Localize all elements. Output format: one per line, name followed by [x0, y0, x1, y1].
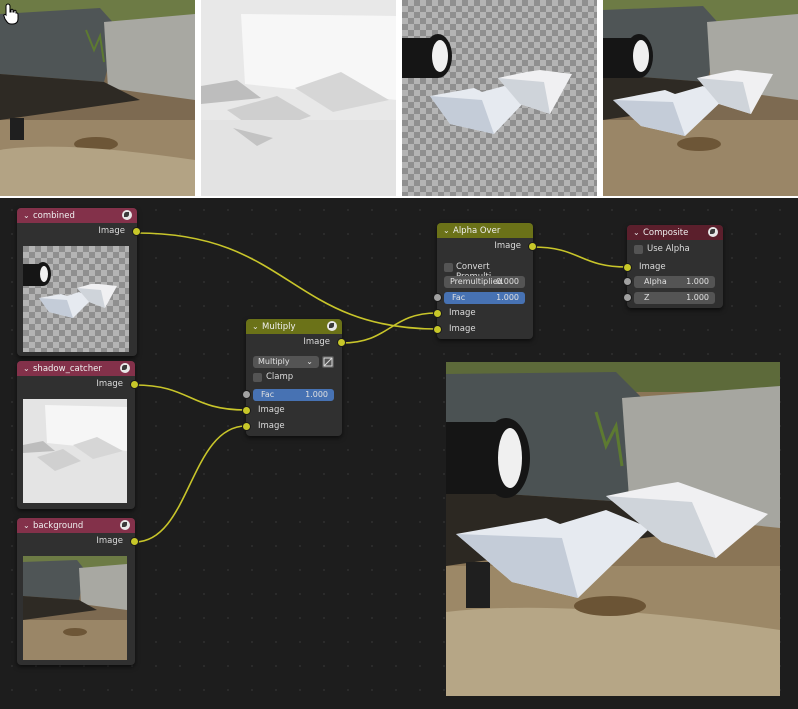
socket-label: Image	[258, 405, 285, 415]
node-shadow-catcher[interactable]: ⌄ shadow_catcher Image	[17, 361, 139, 509]
output-socket-row: Image	[17, 376, 139, 392]
preview-combined-pass	[402, 0, 597, 196]
socket-label: Image	[639, 262, 666, 272]
link-background-to-multiply	[134, 425, 247, 543]
alpha-field[interactable]: Alpha 1.000	[634, 276, 715, 288]
use-alpha-checkbox[interactable]	[634, 245, 643, 254]
chevron-down-icon[interactable]: ⌄	[23, 208, 33, 223]
sphere-preview-icon[interactable]	[327, 321, 337, 331]
node-header[interactable]: ⌄ Multiply	[246, 319, 342, 334]
premultiplied-field[interactable]: Premultiplied 0.000	[444, 276, 525, 288]
link-alphaover-to-composite	[532, 246, 628, 268]
sphere-preview-icon[interactable]	[120, 520, 130, 530]
chevron-down-icon: ⌄	[306, 357, 313, 366]
chevron-down-icon[interactable]: ⌄	[23, 518, 33, 533]
node-header[interactable]: ⌄ Composite	[627, 225, 723, 240]
node-alpha-over[interactable]: ⌄Alpha Over Image Convert Premulti... Pr…	[433, 223, 537, 339]
image-preview-thumbnail	[23, 246, 129, 352]
preview-background-render	[0, 0, 195, 196]
node-combined[interactable]: ⌄ combined Image	[17, 208, 141, 356]
chevron-down-icon[interactable]: ⌄	[443, 223, 453, 238]
node-title: shadow_catcher	[33, 364, 102, 374]
z-field[interactable]: Z 1.000	[634, 292, 715, 304]
socket-label: Image	[494, 241, 521, 251]
input-socket[interactable]	[242, 406, 251, 415]
output-socket[interactable]	[132, 227, 141, 236]
node-composite[interactable]: ⌄ Composite Use Alpha Image Alpha 1.000 Z…	[623, 225, 723, 308]
node-background[interactable]: ⌄ background Image	[17, 518, 139, 665]
socket-label: Image	[303, 337, 330, 347]
hand-pointer-icon	[3, 3, 19, 29]
socket-label: Image	[449, 324, 476, 334]
clamp-checkbox[interactable]	[253, 373, 262, 382]
node-multiply[interactable]: ⌄ Multiply Image Multiply ⌄ Clamp Fac 1.0…	[242, 319, 346, 436]
node-title: background	[33, 521, 84, 531]
link-combined-to-alphaover	[136, 232, 438, 330]
output-socket[interactable]	[130, 380, 139, 389]
use-alpha-toggle-icon[interactable]	[322, 356, 334, 368]
convert-premultiplied-checkbox[interactable]	[444, 263, 453, 272]
node-title: Alpha Over	[453, 226, 501, 236]
socket-label: Image	[96, 536, 123, 546]
socket-label: Image	[258, 421, 285, 431]
preview-final-composite	[603, 0, 798, 196]
output-socket[interactable]	[337, 338, 346, 347]
link-shadow-to-multiply	[134, 384, 247, 411]
viewer-backdrop-image	[446, 362, 780, 696]
fac-input-socket[interactable]	[433, 293, 442, 302]
node-header[interactable]: ⌄ combined	[17, 208, 137, 223]
chevron-down-icon[interactable]: ⌄	[252, 319, 262, 334]
node-title: combined	[33, 211, 75, 221]
fac-input-socket[interactable]	[242, 390, 251, 399]
output-socket-row: Image	[246, 334, 346, 350]
node-title: Composite	[643, 228, 689, 238]
fac-slider[interactable]: Fac 1.000	[444, 292, 525, 304]
z-input-socket[interactable]	[623, 293, 632, 302]
socket-label: Image	[98, 226, 125, 236]
sphere-preview-icon[interactable]	[122, 210, 132, 220]
image-input-1: Image	[433, 305, 545, 321]
node-header[interactable]: ⌄ background	[17, 518, 135, 533]
fac-slider[interactable]: Fac 1.000	[253, 389, 334, 401]
input-socket[interactable]	[433, 325, 442, 334]
image-input-2: Image	[433, 321, 545, 337]
output-socket[interactable]	[528, 242, 537, 251]
image-input: Image	[623, 259, 735, 275]
chevron-down-icon[interactable]: ⌄	[23, 361, 33, 376]
output-socket-row: Image	[17, 223, 141, 239]
socket-label: Image	[96, 379, 123, 389]
chevron-down-icon[interactable]: ⌄	[633, 225, 643, 240]
output-socket[interactable]	[130, 537, 139, 546]
preview-shadow-catcher-pass	[201, 0, 396, 196]
image-input-1: Image	[242, 402, 354, 418]
image-preview-thumbnail	[23, 399, 127, 503]
input-socket[interactable]	[623, 263, 632, 272]
output-socket-row: Image	[17, 533, 139, 549]
output-socket-row: Image	[437, 238, 537, 254]
sphere-preview-icon[interactable]	[120, 363, 130, 373]
sphere-preview-icon[interactable]	[708, 227, 718, 237]
use-alpha-label: Use Alpha	[647, 244, 690, 254]
input-socket[interactable]	[242, 422, 251, 431]
input-socket[interactable]	[433, 309, 442, 318]
node-header[interactable]: ⌄ Alpha Over	[437, 223, 533, 238]
blend-type-dropdown[interactable]: Multiply ⌄	[253, 356, 319, 368]
image-input-2: Image	[242, 418, 354, 434]
image-preview-thumbnail	[23, 556, 127, 660]
alpha-input-socket[interactable]	[623, 277, 632, 286]
node-header[interactable]: ⌄ shadow_catcher	[17, 361, 135, 376]
socket-label: Image	[449, 308, 476, 318]
clamp-label: Clamp	[266, 372, 294, 382]
node-editor-canvas[interactable]: ⌄ combined Image ⌄ shadow_catcher Image …	[0, 198, 798, 709]
node-title: Multiply	[262, 322, 296, 332]
